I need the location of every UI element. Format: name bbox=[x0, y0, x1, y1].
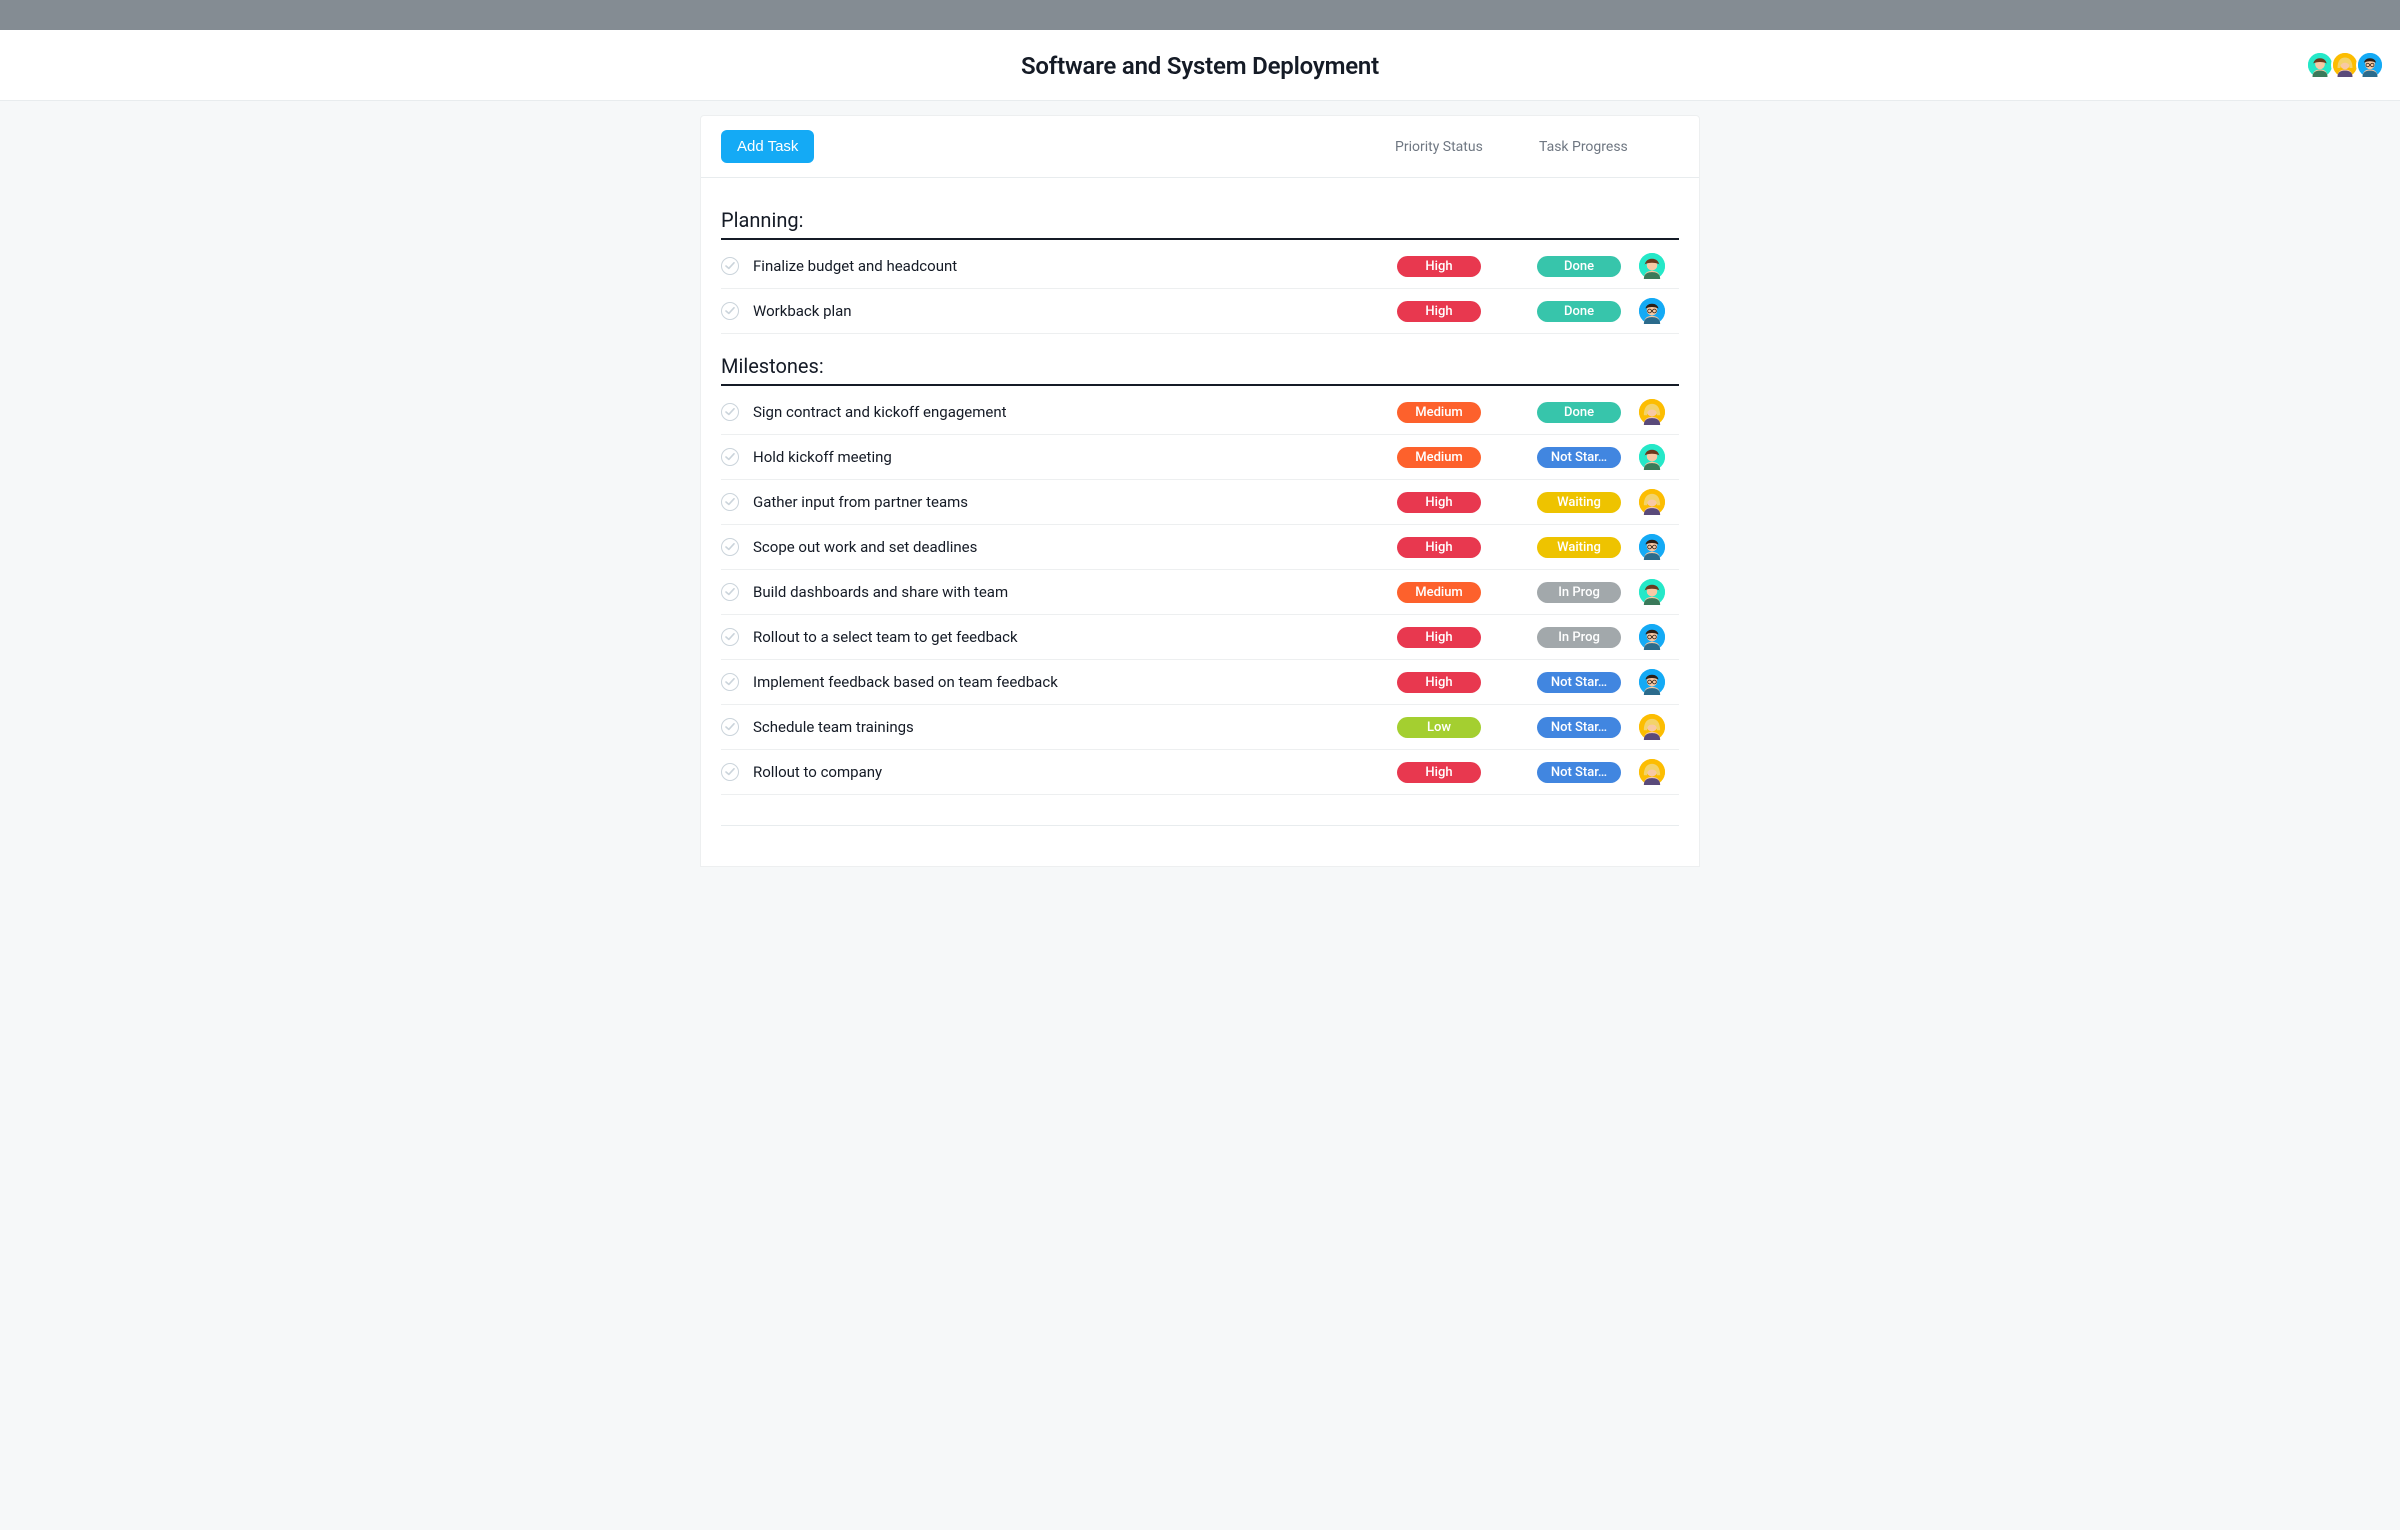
assignee-avatar[interactable] bbox=[1639, 579, 1665, 605]
task-row[interactable]: Sign contract and kickoff engagementMedi… bbox=[721, 390, 1679, 435]
progress-pill[interactable]: Not Star… bbox=[1537, 447, 1621, 468]
column-header-progress[interactable]: Task Progress bbox=[1539, 139, 1679, 155]
priority-pill[interactable]: High bbox=[1397, 256, 1481, 277]
add-task-button[interactable]: Add Task bbox=[721, 130, 814, 163]
progress-pill[interactable]: Done bbox=[1537, 256, 1621, 277]
progress-pill[interactable]: In Prog bbox=[1537, 627, 1621, 648]
complete-checkbox[interactable] bbox=[721, 403, 739, 421]
assignee-avatar[interactable] bbox=[1639, 759, 1665, 785]
priority-pill[interactable]: High bbox=[1397, 627, 1481, 648]
column-header-priority[interactable]: Priority Status bbox=[1395, 139, 1535, 155]
complete-checkbox[interactable] bbox=[721, 257, 739, 275]
complete-checkbox[interactable] bbox=[721, 763, 739, 781]
window-chrome bbox=[0, 0, 2400, 30]
progress-pill[interactable]: Waiting bbox=[1537, 537, 1621, 558]
complete-checkbox[interactable] bbox=[721, 302, 739, 320]
progress-pill[interactable]: In Prog bbox=[1537, 582, 1621, 603]
progress-pill[interactable]: Not Star… bbox=[1537, 672, 1621, 693]
complete-checkbox[interactable] bbox=[721, 583, 739, 601]
assignee-avatar[interactable] bbox=[1639, 669, 1665, 695]
task-name[interactable]: Finalize budget and headcount bbox=[753, 257, 1397, 275]
task-name[interactable]: Rollout to a select team to get feedback bbox=[753, 628, 1397, 646]
avatar[interactable] bbox=[2306, 51, 2334, 79]
complete-checkbox[interactable] bbox=[721, 673, 739, 691]
task-name[interactable]: Hold kickoff meeting bbox=[753, 448, 1397, 466]
task-name[interactable]: Scope out work and set deadlines bbox=[753, 538, 1397, 556]
task-name[interactable]: Rollout to company bbox=[753, 763, 1397, 781]
assignee-avatar[interactable] bbox=[1639, 253, 1665, 279]
task-list: Planning:Finalize budget and headcountHi… bbox=[701, 178, 1699, 866]
avatar[interactable] bbox=[2331, 51, 2359, 79]
task-name[interactable]: Workback plan bbox=[753, 302, 1397, 320]
assignee-avatar[interactable] bbox=[1639, 624, 1665, 650]
complete-checkbox[interactable] bbox=[721, 718, 739, 736]
section-heading[interactable]: Planning: bbox=[721, 188, 1679, 240]
task-row[interactable]: Implement feedback based on team feedbac… bbox=[721, 660, 1679, 705]
priority-pill[interactable]: Low bbox=[1397, 717, 1481, 738]
priority-pill[interactable]: Medium bbox=[1397, 447, 1481, 468]
task-row[interactable]: Workback planHigh Done bbox=[721, 289, 1679, 334]
task-name[interactable]: Implement feedback based on team feedbac… bbox=[753, 673, 1397, 691]
page-title: Software and System Deployment bbox=[1021, 52, 1379, 80]
complete-checkbox[interactable] bbox=[721, 538, 739, 556]
priority-pill[interactable]: Medium bbox=[1397, 582, 1481, 603]
progress-pill[interactable]: Done bbox=[1537, 402, 1621, 423]
assignee-avatar[interactable] bbox=[1639, 444, 1665, 470]
task-row[interactable]: Rollout to companyHigh Not Star… bbox=[721, 750, 1679, 795]
task-panel: Add Task Priority Status Task Progress P… bbox=[700, 115, 1700, 867]
assignee-avatar[interactable] bbox=[1639, 714, 1665, 740]
complete-checkbox[interactable] bbox=[721, 628, 739, 646]
page-header: Software and System Deployment bbox=[0, 30, 2400, 101]
task-row[interactable]: Build dashboards and share with teamMedi… bbox=[721, 570, 1679, 615]
priority-pill[interactable]: High bbox=[1397, 672, 1481, 693]
assignee-avatar[interactable] bbox=[1639, 298, 1665, 324]
task-row[interactable]: Schedule team trainingsLow Not Star… bbox=[721, 705, 1679, 750]
priority-pill[interactable]: High bbox=[1397, 301, 1481, 322]
task-row[interactable]: Finalize budget and headcountHigh Done bbox=[721, 244, 1679, 289]
section-heading[interactable]: Milestones: bbox=[721, 334, 1679, 386]
project-members[interactable] bbox=[2309, 51, 2384, 79]
task-name[interactable]: Schedule team trainings bbox=[753, 718, 1397, 736]
priority-pill[interactable]: High bbox=[1397, 492, 1481, 513]
task-name[interactable]: Build dashboards and share with team bbox=[753, 583, 1397, 601]
priority-pill[interactable]: High bbox=[1397, 537, 1481, 558]
assignee-avatar[interactable] bbox=[1639, 489, 1665, 515]
priority-pill[interactable]: Medium bbox=[1397, 402, 1481, 423]
complete-checkbox[interactable] bbox=[721, 493, 739, 511]
task-row[interactable]: Gather input from partner teamsHigh Waiti… bbox=[721, 480, 1679, 525]
task-row[interactable]: Rollout to a select team to get feedback… bbox=[721, 615, 1679, 660]
toolbar: Add Task Priority Status Task Progress bbox=[701, 116, 1699, 178]
progress-pill[interactable]: Waiting bbox=[1537, 492, 1621, 513]
progress-pill[interactable]: Not Star… bbox=[1537, 717, 1621, 738]
complete-checkbox[interactable] bbox=[721, 448, 739, 466]
task-name[interactable]: Sign contract and kickoff engagement bbox=[753, 403, 1397, 421]
task-row[interactable]: Scope out work and set deadlinesHigh Wait… bbox=[721, 525, 1679, 570]
assignee-avatar[interactable] bbox=[1639, 399, 1665, 425]
footer-divider bbox=[721, 825, 1679, 826]
progress-pill[interactable]: Done bbox=[1537, 301, 1621, 322]
avatar[interactable] bbox=[2356, 51, 2384, 79]
task-name[interactable]: Gather input from partner teams bbox=[753, 493, 1397, 511]
assignee-avatar[interactable] bbox=[1639, 534, 1665, 560]
priority-pill[interactable]: High bbox=[1397, 762, 1481, 783]
progress-pill[interactable]: Not Star… bbox=[1537, 762, 1621, 783]
task-row[interactable]: Hold kickoff meetingMedium Not Star… bbox=[721, 435, 1679, 480]
